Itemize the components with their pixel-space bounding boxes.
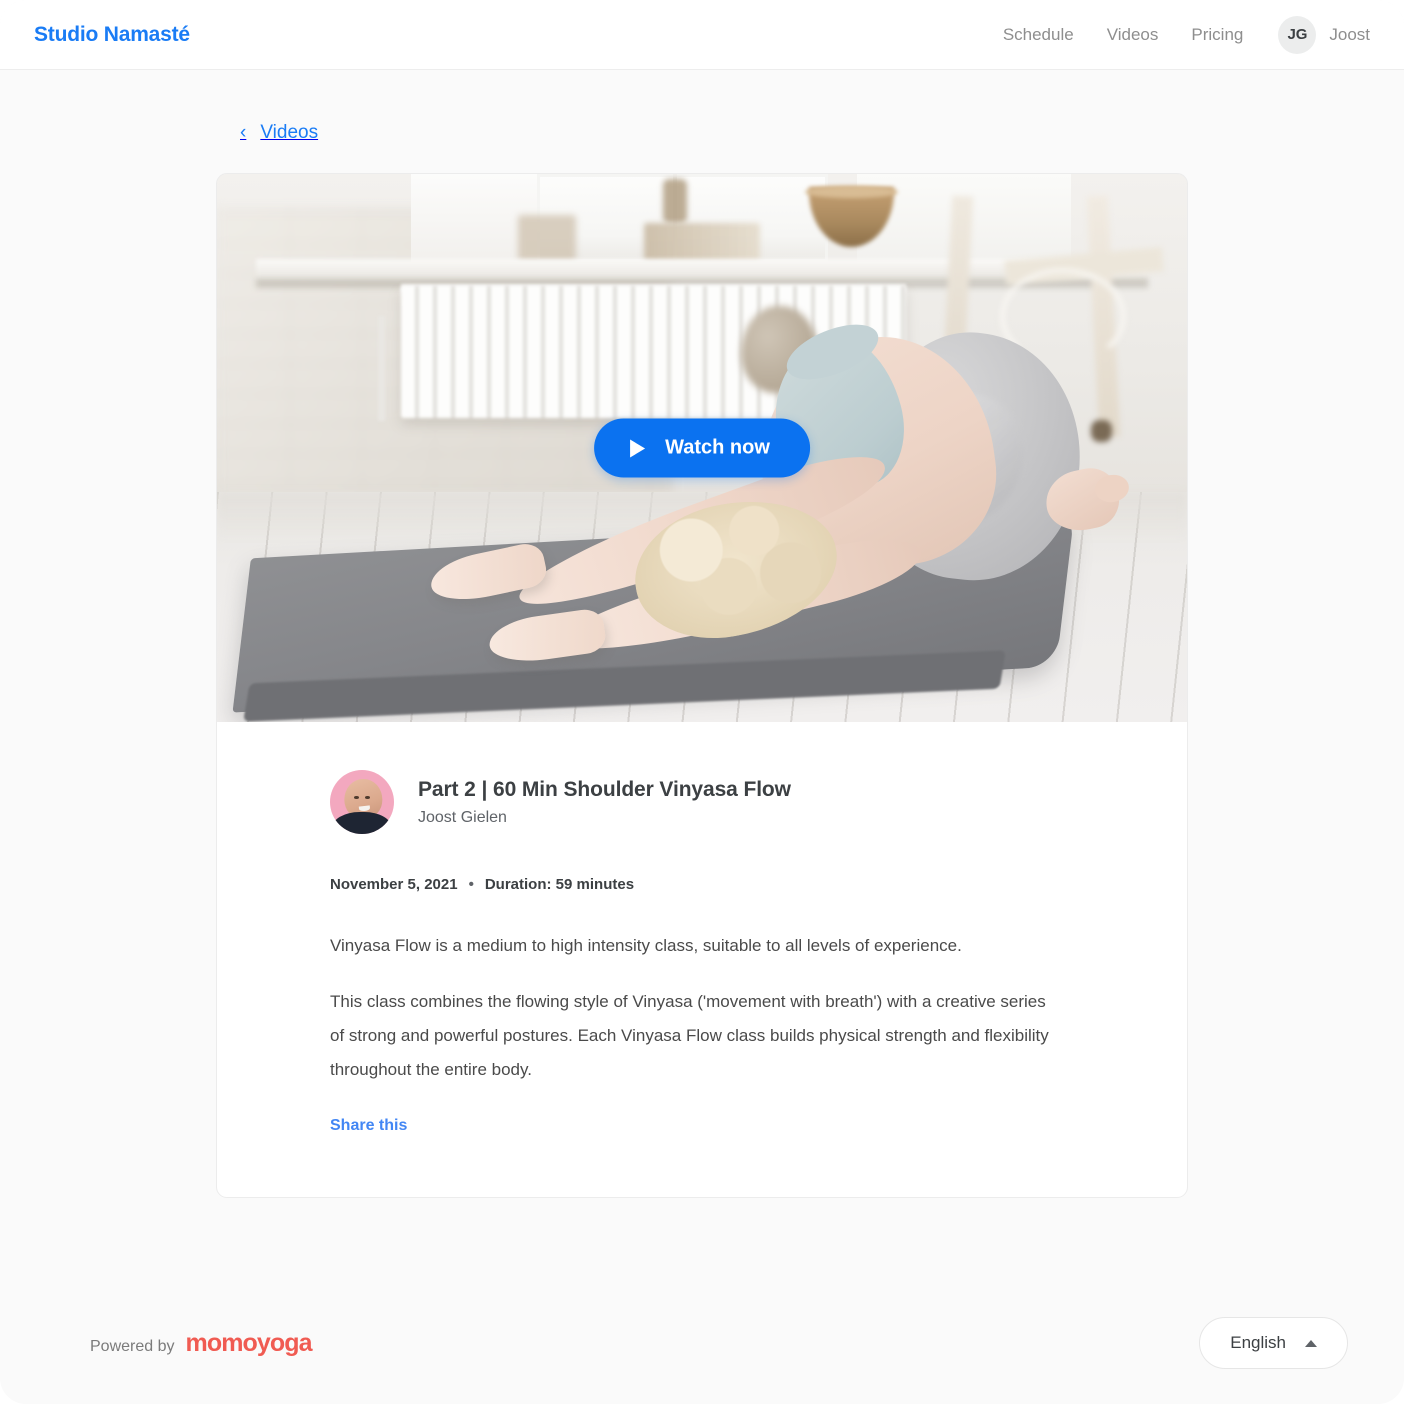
description-paragraph: This class combines the flowing style of… <box>330 992 1049 1079</box>
site-footer: Powered by momoyoga English <box>0 1282 1404 1404</box>
video-details: Part 2 | 60 Min Shoulder Vinyasa Flow Jo… <box>217 722 1187 1197</box>
video-header: Part 2 | 60 Min Shoulder Vinyasa Flow Jo… <box>330 770 1127 834</box>
title-block: Part 2 | 60 Min Shoulder Vinyasa Flow Jo… <box>418 778 791 827</box>
page-title: Part 2 | 60 Min Shoulder Vinyasa Flow <box>418 777 791 801</box>
chevron-left-icon: ‹ <box>240 121 247 143</box>
video-duration: Duration: 59 minutes <box>484 876 635 893</box>
chevron-up-icon <box>1305 1339 1317 1347</box>
video-meta: November 5, 2021 • Duration: 59 minutes <box>330 876 1127 893</box>
nav-item-pricing[interactable]: Pricing <box>1191 25 1243 45</box>
nav-item-videos[interactable]: Videos <box>1107 25 1159 45</box>
momoyoga-logo: momoyoga <box>185 1328 313 1357</box>
language-selector[interactable]: English <box>1199 1317 1348 1369</box>
video-date: November 5, 2021 <box>330 876 458 893</box>
description-paragraph: Vinyasa Flow is a medium to high intensi… <box>330 936 962 955</box>
nav-item-schedule[interactable]: Schedule <box>1003 25 1074 45</box>
powered-by: Powered by momoyoga <box>90 1328 313 1358</box>
video-author: Joost Gielen <box>418 808 507 826</box>
meta-separator: • <box>468 876 474 893</box>
back-to-videos-link[interactable]: ‹ Videos <box>216 122 1188 144</box>
site-header: Studio Namasté Schedule Videos Pricing J… <box>0 0 1404 70</box>
powered-by-label: Powered by <box>90 1337 175 1355</box>
share-this-link[interactable]: Share this <box>330 1117 407 1135</box>
main-nav: Schedule Videos Pricing JG Joost <box>1003 15 1370 54</box>
play-icon <box>630 439 646 457</box>
watch-now-button[interactable]: Watch now <box>594 418 810 478</box>
user-menu[interactable]: JG Joost <box>1278 15 1370 54</box>
watch-now-label: Watch now <box>665 436 770 459</box>
video-card: Watch now Part 2 | 60 Min Shoulder Vinya… <box>216 173 1188 1198</box>
instructor-avatar <box>330 770 394 834</box>
user-name: Joost <box>1329 24 1370 44</box>
avatar: JG <box>1278 15 1317 54</box>
main-content: ‹ Videos Watch now Part 2 | 60 Min Shoul… <box>0 70 1404 1198</box>
back-link-label: Videos <box>260 122 319 143</box>
app-window: Studio Namasté Schedule Videos Pricing J… <box>0 0 1404 1404</box>
video-description: Vinyasa Flow is a medium to high intensi… <box>330 929 1060 1087</box>
language-label: English <box>1230 1333 1286 1352</box>
video-thumbnail[interactable]: Watch now <box>217 174 1187 722</box>
brand-logo[interactable]: Studio Namasté <box>34 23 190 47</box>
